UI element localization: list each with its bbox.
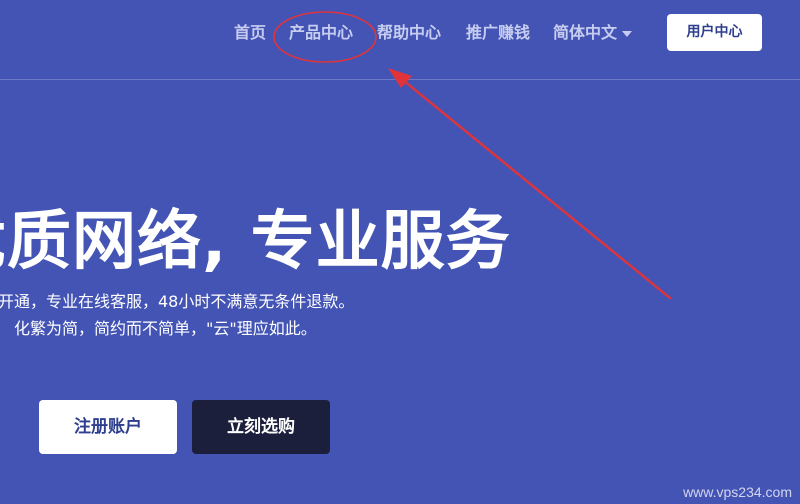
page: 首页 产品中心 帮助中心 推广赚钱 简体中文 用户中心 优质网络, 专业服务 动… (0, 0, 800, 504)
top-nav: 首页 产品中心 帮助中心 推广赚钱 简体中文 用户中心 (0, 0, 800, 80)
caret-down-icon (622, 30, 633, 37)
nav-divider (0, 79, 800, 80)
language-selector[interactable]: 简体中文 (553, 22, 633, 44)
register-button[interactable]: 注册账户 (39, 400, 177, 454)
watermark: www.vps234.com (683, 484, 792, 500)
hero-title: 优质网络, 专业服务 (0, 205, 511, 279)
nav-affiliate[interactable]: 推广赚钱 (466, 22, 530, 44)
hero-subtitle-line1: 动开通，专业在线客服，48小时不满意无条件退款。 (0, 292, 355, 311)
user-center-button[interactable]: 用户中心 (667, 14, 762, 51)
nav-home[interactable]: 首页 (234, 22, 266, 44)
buy-now-button[interactable]: 立刻选购 (192, 400, 330, 454)
language-label: 简体中文 (553, 23, 618, 42)
nav-help[interactable]: 帮助中心 (377, 22, 441, 44)
hero-subtitle-line2: 化繁为简，简约而不简单，"云"理应如此。 (14, 319, 317, 338)
nav-products[interactable]: 产品中心 (289, 22, 353, 44)
